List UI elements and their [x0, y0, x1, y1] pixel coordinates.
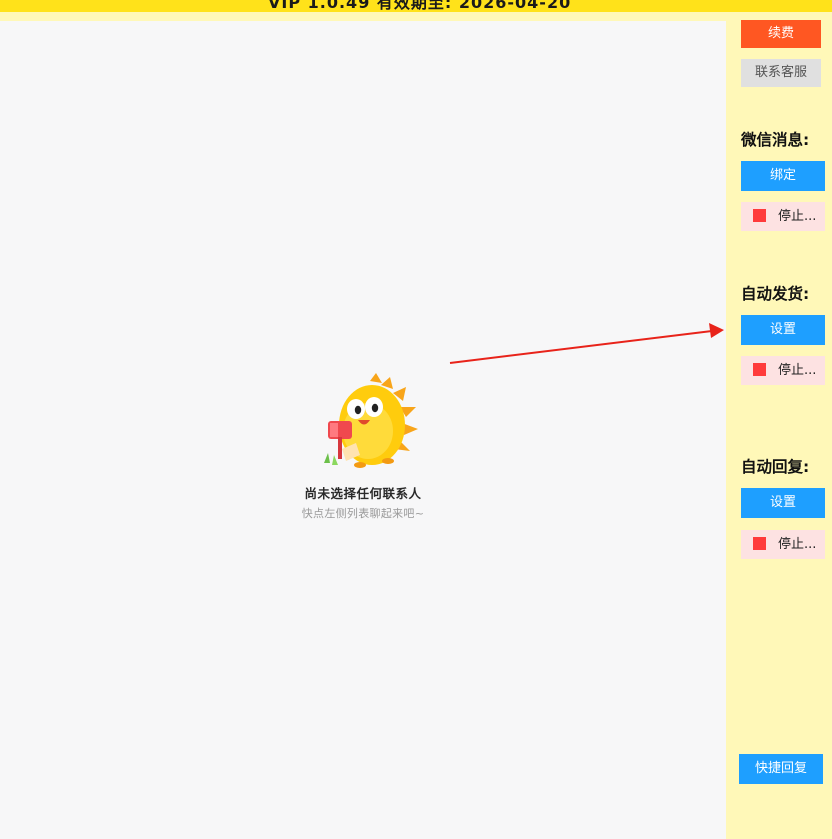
empty-subtitle: 快点左侧列表聊起来吧~	[301, 507, 425, 520]
auto-reply-settings-button[interactable]: 设置	[741, 488, 825, 518]
wechat-status[interactable]: 停止...	[741, 202, 825, 231]
empty-title: 尚未选择任何联系人	[304, 486, 422, 501]
bind-wechat-button[interactable]: 绑定	[741, 161, 825, 191]
auto-ship-status-label: 停止...	[778, 363, 817, 378]
stop-indicator-icon	[753, 537, 766, 550]
mascot-icon	[324, 373, 418, 468]
auto-reply-status[interactable]: 停止...	[741, 530, 825, 559]
renew-button[interactable]: 续费	[741, 20, 821, 48]
auto-ship-section-title: 自动发货:	[741, 285, 810, 303]
wechat-section-title: 微信消息:	[741, 131, 810, 149]
top-banner: VIP 1.0.49 有效期至: 2026-04-20	[0, 0, 832, 12]
contact-service-button[interactable]: 联系客服	[741, 59, 821, 87]
wechat-status-label: 停止...	[778, 209, 817, 224]
stop-indicator-icon	[753, 209, 766, 222]
chat-panel: 尚未选择任何联系人 快点左侧列表聊起来吧~	[0, 21, 726, 839]
sidebar: 续费 联系客服 微信消息: 绑定 停止... 自动发货: 设置 停止... 自动…	[726, 12, 832, 839]
auto-reply-section-title: 自动回复:	[741, 458, 810, 476]
empty-state: 尚未选择任何联系人 快点左侧列表聊起来吧~	[0, 373, 726, 521]
auto-ship-settings-button[interactable]: 设置	[741, 315, 825, 345]
banner-text: VIP 1.0.49 有效期至: 2026-04-20	[268, 0, 572, 12]
quick-reply-button[interactable]: 快捷回复	[739, 754, 823, 784]
stop-indicator-icon	[753, 363, 766, 376]
auto-reply-status-label: 停止...	[778, 537, 817, 552]
auto-ship-status[interactable]: 停止...	[741, 356, 825, 385]
